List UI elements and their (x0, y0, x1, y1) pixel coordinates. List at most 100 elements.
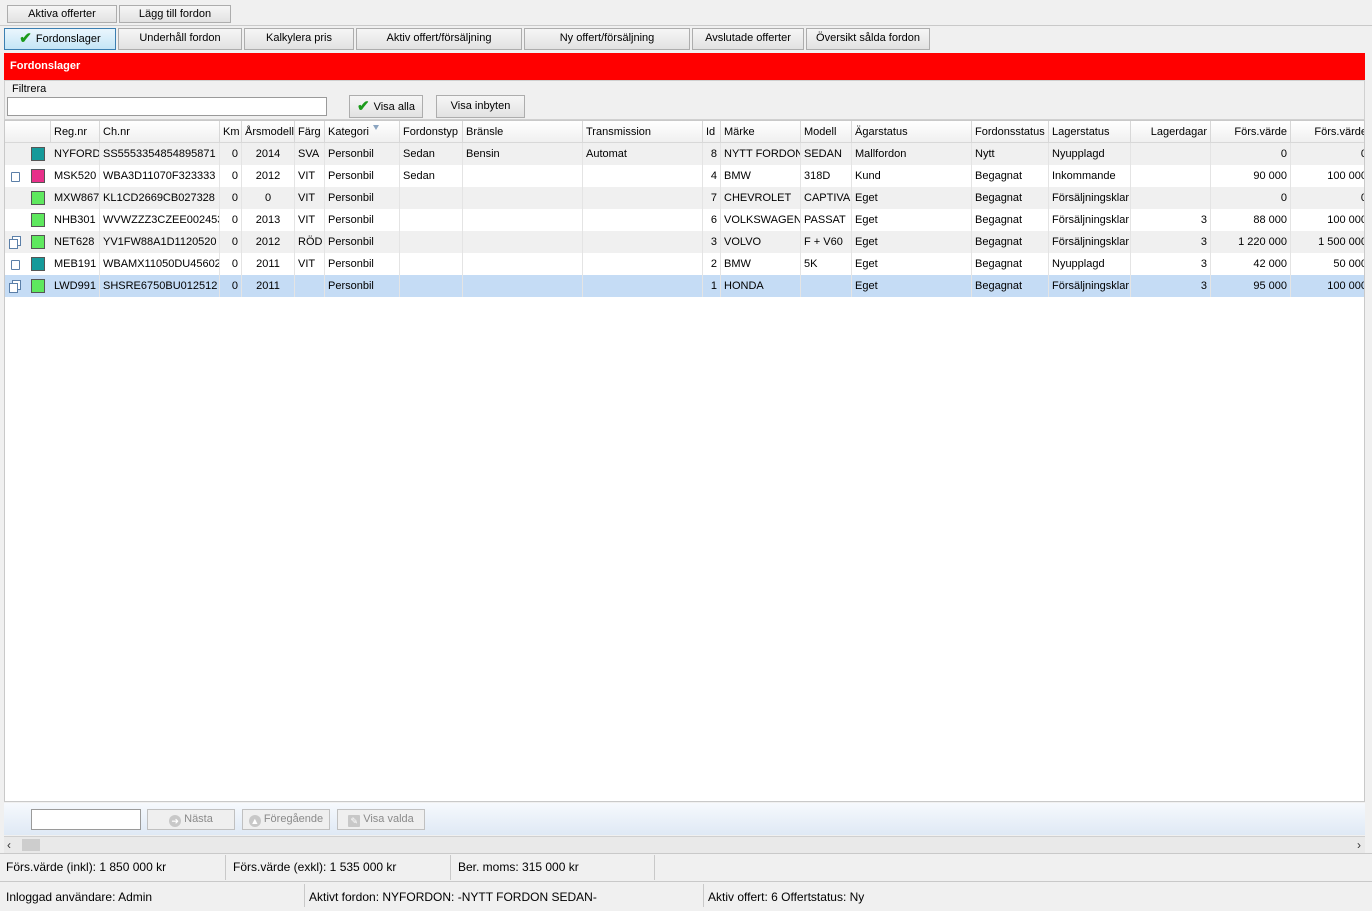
table-cell: 0 (220, 165, 242, 187)
table-cell (1131, 187, 1211, 209)
table-cell (463, 209, 583, 231)
table-cell: 100 000 (1291, 275, 1364, 297)
column-header[interactable]: Förs.värde (1211, 121, 1291, 143)
foregaende-button[interactable]: ▲ Föregående (242, 809, 330, 830)
table-row[interactable]: MXW867 KL1CD2669CB027328 0 0 VIT Personbil 7 CH… (5, 187, 1364, 209)
scroll-left-icon[interactable]: ‹ (7, 838, 11, 852)
visa-valda-button[interactable]: ✎ Visa valda (337, 809, 425, 830)
column-header[interactable]: Fordonsstatus (972, 121, 1049, 143)
table-cell: HONDA (721, 275, 801, 297)
table-cell: Kund (852, 165, 972, 187)
column-header[interactable]: Lagerdagar (1131, 121, 1211, 143)
table-cell: 2012 (242, 231, 295, 253)
column-header[interactable]: Lagerstatus (1049, 121, 1131, 143)
aktiva-offerter-button[interactable]: Aktiva offerter (7, 5, 117, 23)
table-row[interactable]: NYFORD SS5553354854895871 0 2014 SVA Personbi… (5, 143, 1364, 165)
tab-kalkylera-pris[interactable]: Kalkylera pris (244, 28, 354, 50)
column-header[interactable]: Ägarstatus (852, 121, 972, 143)
filter-input[interactable] (7, 97, 327, 116)
table-cell: Begagnat (972, 275, 1049, 297)
table-cell: Eget (852, 275, 972, 297)
table-cell: SS5553354854895871 (100, 143, 220, 165)
table-row[interactable]: MSK520 WBA3D11070F323333 0 2012 VIT Personbil… (5, 165, 1364, 187)
table-cell: MXW867 (51, 187, 100, 209)
table-cell: 2013 (242, 209, 295, 231)
column-header[interactable]: Förs.värde (1291, 121, 1364, 143)
table-cell: WBA3D11070F323333 (100, 165, 220, 187)
table-cell: 3 (1131, 253, 1211, 275)
column-header[interactable]: Bränsle (463, 121, 583, 143)
tab-label: Fordonslager (35, 33, 101, 45)
table-cell: Försäljningsklar (1049, 187, 1131, 209)
divider (304, 884, 305, 907)
divider (0, 881, 1372, 882)
tab-fordonslager[interactable]: ✔ Fordonslager (4, 28, 116, 50)
table-cell: 95 000 (1211, 275, 1291, 297)
divider (450, 855, 451, 880)
table-cell: VIT (295, 209, 325, 231)
table-cell: Automat (583, 143, 703, 165)
table-cell: 0 (220, 187, 242, 209)
table-cell (400, 253, 463, 275)
column-header[interactable]: Färg (295, 121, 325, 143)
column-header[interactable]: Id (703, 121, 721, 143)
table-cell: 3 (1131, 275, 1211, 297)
column-header[interactable]: Ch.nr (100, 121, 220, 143)
table-cell: BMW (721, 165, 801, 187)
table-row[interactable]: NET628 YV1FW88A1D1120520 0 2012 RÖD Personbil… (5, 231, 1364, 253)
column-header[interactable]: Transmission (583, 121, 703, 143)
table-cell: 2 (703, 253, 721, 275)
color-swatch (31, 279, 45, 293)
nasta-button[interactable]: ➜ Nästa (147, 809, 235, 830)
color-swatch (31, 147, 45, 161)
tab-avslutade-offerter[interactable]: Avslutade offerter (692, 28, 804, 50)
table-cell (801, 275, 852, 297)
section-title: Fordonslager (4, 53, 1365, 80)
column-header[interactable]: Reg.nr (51, 121, 100, 143)
column-header[interactable]: Märke (721, 121, 801, 143)
table-cell: YV1FW88A1D1120520 (100, 231, 220, 253)
tab-ny-offert[interactable]: Ny offert/försäljning (524, 28, 690, 50)
column-header-indicator (5, 121, 51, 143)
tab-aktiv-offert[interactable]: Aktiv offert/försäljning (356, 28, 522, 50)
table-row[interactable]: NHB301 WVWZZZ3CZEE002453 0 2013 VIT Personbil… (5, 209, 1364, 231)
table-cell: 0 (1211, 143, 1291, 165)
column-header[interactable]: Km (220, 121, 242, 143)
table-cell: SHSRE6750BU012512 (100, 275, 220, 297)
table-cell: 90 000 (1211, 165, 1291, 187)
foregaende-label: Föregående (263, 813, 324, 825)
table-cell: 1 500 000 (1291, 231, 1364, 253)
table-cell: SEDAN (801, 143, 852, 165)
table-cell: Sedan (400, 165, 463, 187)
visa-inbyten-button[interactable]: Visa inbyten (436, 95, 525, 118)
table-cell: 0 (242, 187, 295, 209)
color-swatch (31, 191, 45, 205)
table-cell: 318D (801, 165, 852, 187)
column-header[interactable]: Modell (801, 121, 852, 143)
table-cell: BMW (721, 253, 801, 275)
table-cell: Personbil (325, 143, 400, 165)
color-swatch (31, 169, 45, 183)
table-cell: NYFORD (51, 143, 100, 165)
tab-underhall-fordon[interactable]: Underhåll fordon (118, 28, 242, 50)
table-row[interactable]: LWD991 SHSRE6750BU012512 0 2011 Personbil 1 HO… (5, 275, 1364, 297)
vehicle-grid[interactable]: Reg.nr Ch.nr Km Årsmodell Färg Kategori Fordon… (4, 120, 1365, 802)
column-header[interactable]: Kategori (325, 121, 400, 143)
column-header[interactable]: Årsmodell (242, 121, 295, 143)
table-cell: NET628 (51, 231, 100, 253)
document-icon (11, 172, 20, 182)
search-input[interactable] (31, 809, 141, 830)
visa-alla-button[interactable]: ✔ Visa alla (349, 95, 423, 118)
table-cell: 0 (220, 253, 242, 275)
scrollbar-thumb[interactable] (22, 839, 40, 851)
table-cell: 3 (703, 231, 721, 253)
table-row[interactable]: MEB191 WBAMX11050DU45602 0 2011 VIT Personbil… (5, 253, 1364, 275)
scroll-right-icon[interactable]: › (1357, 838, 1361, 852)
lagg-till-fordon-button[interactable]: Lägg till fordon (119, 5, 231, 23)
tab-oversikt-salda-fordon[interactable]: Översikt sålda fordon (806, 28, 930, 50)
divider (0, 853, 1372, 854)
table-cell (400, 209, 463, 231)
table-cell: 5K (801, 253, 852, 275)
horizontal-scrollbar[interactable]: ‹ › (4, 836, 1365, 853)
column-header[interactable]: Fordonstyp (400, 121, 463, 143)
